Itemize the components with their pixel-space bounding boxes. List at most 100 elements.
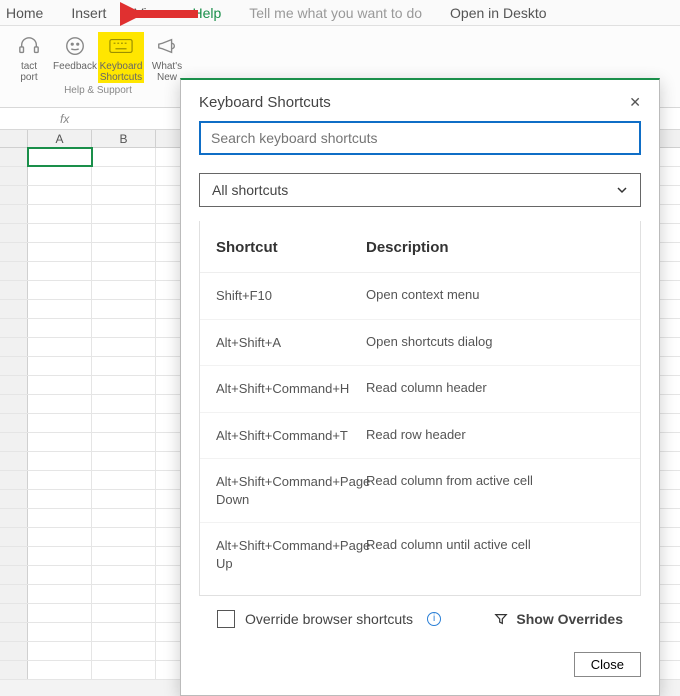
row-header[interactable]: [0, 604, 28, 622]
row-header[interactable]: [0, 186, 28, 204]
cell[interactable]: [28, 661, 92, 679]
close-icon[interactable]: ✕: [629, 94, 641, 111]
row-header[interactable]: [0, 623, 28, 641]
cell[interactable]: [28, 471, 92, 489]
shortcut-row[interactable]: Alt+Shift+Command+TRead row header: [200, 413, 640, 460]
cell[interactable]: [92, 395, 156, 413]
cell[interactable]: [92, 528, 156, 546]
cell[interactable]: [92, 243, 156, 261]
row-header[interactable]: [0, 414, 28, 432]
open-in-desktop-link[interactable]: Open in Deskto: [450, 5, 547, 21]
cell[interactable]: [92, 262, 156, 280]
tab-insert[interactable]: Insert: [71, 5, 106, 21]
shortcut-row[interactable]: Alt+Shift+Command+Page UpRead column unt…: [200, 523, 640, 573]
shortcut-search-input[interactable]: [199, 121, 641, 155]
row-header[interactable]: [0, 357, 28, 375]
cell[interactable]: [92, 300, 156, 318]
select-all-corner[interactable]: [0, 130, 28, 147]
cell[interactable]: [92, 661, 156, 679]
row-header[interactable]: [0, 243, 28, 261]
row-header[interactable]: [0, 319, 28, 337]
tell-me-search[interactable]: Tell me what you want to do: [249, 5, 422, 21]
row-header[interactable]: [0, 395, 28, 413]
row-header[interactable]: [0, 566, 28, 584]
cell[interactable]: [28, 528, 92, 546]
info-icon[interactable]: i: [427, 612, 441, 626]
cell[interactable]: [28, 604, 92, 622]
cell[interactable]: [92, 186, 156, 204]
cell[interactable]: [28, 319, 92, 337]
shortcut-category-dropdown[interactable]: All shortcuts: [199, 173, 641, 207]
cell[interactable]: [28, 167, 92, 185]
cell[interactable]: [92, 167, 156, 185]
cell[interactable]: [92, 281, 156, 299]
row-header[interactable]: [0, 490, 28, 508]
column-header[interactable]: A: [28, 130, 92, 147]
cell[interactable]: [92, 509, 156, 527]
cell[interactable]: [28, 642, 92, 660]
cell[interactable]: [92, 547, 156, 565]
cell[interactable]: [28, 338, 92, 356]
cell[interactable]: [92, 490, 156, 508]
row-header[interactable]: [0, 205, 28, 223]
row-header[interactable]: [0, 167, 28, 185]
cell[interactable]: [28, 186, 92, 204]
row-header[interactable]: [0, 281, 28, 299]
row-header[interactable]: [0, 547, 28, 565]
row-header[interactable]: [0, 528, 28, 546]
keyboard-shortcuts-button[interactable]: Keyboard Shortcuts: [98, 32, 144, 83]
cell[interactable]: [28, 281, 92, 299]
cell[interactable]: [28, 452, 92, 470]
cell[interactable]: [92, 376, 156, 394]
cell[interactable]: [92, 433, 156, 451]
row-header[interactable]: [0, 642, 28, 660]
cell[interactable]: [28, 376, 92, 394]
cell[interactable]: [92, 148, 156, 166]
row-header[interactable]: [0, 148, 28, 166]
shortcut-row[interactable]: Shift+F10Open context menu: [200, 273, 640, 320]
feedback-button[interactable]: Feedback: [52, 32, 98, 83]
close-button[interactable]: Close: [574, 652, 641, 677]
cell[interactable]: [28, 243, 92, 261]
cell[interactable]: [28, 509, 92, 527]
cell[interactable]: [28, 300, 92, 318]
cell[interactable]: [28, 585, 92, 603]
column-header[interactable]: B: [92, 130, 156, 147]
shortcut-row[interactable]: Alt+Shift+Command+HRead column header: [200, 366, 640, 413]
cell[interactable]: [92, 604, 156, 622]
show-overrides-button[interactable]: Show Overrides: [494, 611, 623, 627]
cell[interactable]: [92, 452, 156, 470]
tab-home[interactable]: Home: [6, 5, 43, 21]
shortcut-row[interactable]: Alt+Shift+Command+Page DownRead column f…: [200, 459, 640, 523]
cell[interactable]: [92, 642, 156, 660]
cell[interactable]: [92, 414, 156, 432]
tab-help[interactable]: Help: [192, 5, 221, 21]
cell[interactable]: [28, 490, 92, 508]
row-header[interactable]: [0, 433, 28, 451]
cell[interactable]: [28, 357, 92, 375]
row-header[interactable]: [0, 452, 28, 470]
cell[interactable]: [28, 623, 92, 641]
cell[interactable]: [28, 205, 92, 223]
cell[interactable]: [92, 471, 156, 489]
cell[interactable]: [28, 224, 92, 242]
row-header[interactable]: [0, 338, 28, 356]
row-header[interactable]: [0, 224, 28, 242]
row-header[interactable]: [0, 585, 28, 603]
cell[interactable]: [92, 224, 156, 242]
cell[interactable]: [28, 148, 92, 166]
row-header[interactable]: [0, 300, 28, 318]
row-header[interactable]: [0, 376, 28, 394]
row-header[interactable]: [0, 471, 28, 489]
tab-view[interactable]: View: [134, 5, 164, 21]
cell[interactable]: [92, 623, 156, 641]
cell[interactable]: [92, 319, 156, 337]
row-header[interactable]: [0, 661, 28, 679]
cell[interactable]: [28, 262, 92, 280]
cell[interactable]: [92, 566, 156, 584]
cell[interactable]: [92, 338, 156, 356]
cell[interactable]: [92, 357, 156, 375]
cell[interactable]: [28, 566, 92, 584]
contact-support-button[interactable]: tact port: [6, 32, 52, 83]
cell[interactable]: [28, 433, 92, 451]
